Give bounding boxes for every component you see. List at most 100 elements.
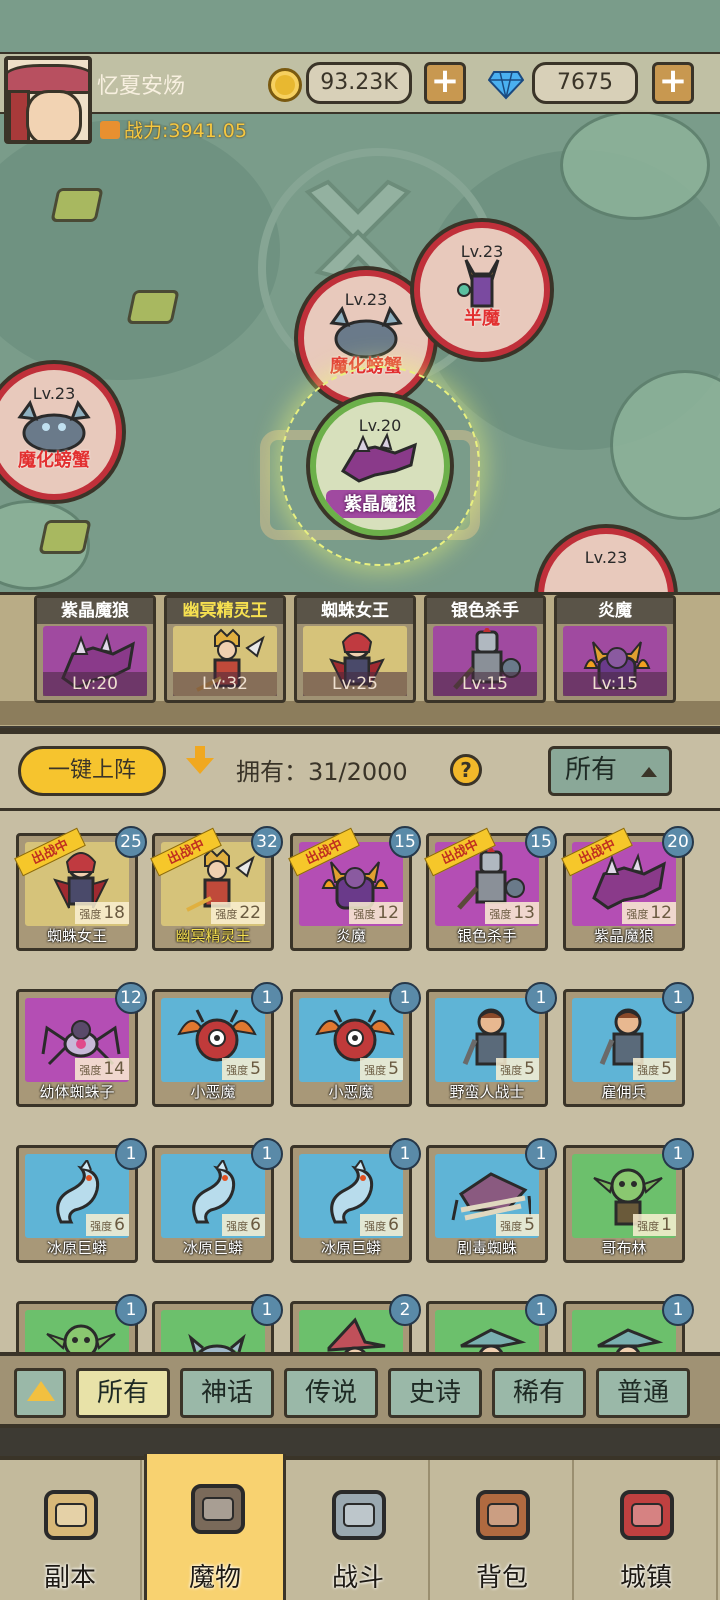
lineup-slot-name: 银色杀手 — [427, 598, 543, 624]
strength-value: 6 — [250, 1215, 261, 1235]
rarity-filter-button[interactable]: 史诗 — [388, 1368, 482, 1418]
strength-value: 22 — [239, 903, 261, 923]
lineup-slot-level: Lv:20 — [43, 672, 147, 696]
monster-card[interactable]: 强度 1 哥布林 1 — [563, 1138, 694, 1263]
lineup-slot-name: 蜘蛛女王 — [297, 598, 413, 624]
rarity-filter-button[interactable]: 所有 — [76, 1368, 170, 1418]
strength-label: 强度 12 — [349, 902, 403, 924]
monster-count-badge: 1 — [662, 982, 694, 1014]
lineup-slot[interactable]: 蜘蛛女王 Lv:25 — [294, 595, 416, 703]
monster-name: 幽冥精灵王 — [175, 927, 251, 945]
monster-helmet-icon — [191, 1484, 245, 1534]
strength-text: 强度 — [90, 1220, 113, 1233]
lineup-slot[interactable]: 幽冥精灵王 Lv:32 — [164, 595, 286, 703]
monster-count-badge: 15 — [525, 826, 557, 858]
strength-value: 5 — [524, 1059, 535, 1079]
monster-count-badge: 1 — [662, 1138, 694, 1170]
monster-card[interactable]: 强度 6 冰原巨蟒 1 — [152, 1138, 283, 1263]
monster-card[interactable]: 强度 14 幼体蜘蛛子 12 — [16, 982, 147, 1107]
monster-card[interactable]: 强度 13 出战中 银色杀手 15 — [424, 826, 557, 951]
monster-count-badge: 1 — [389, 1138, 421, 1170]
monster-card[interactable]: 强度 6 冰原巨蟒 1 — [16, 1138, 147, 1263]
crossed-swords-icon — [332, 1490, 386, 1540]
lineup-slot[interactable]: 紫晶魔狼 Lv:20 — [34, 595, 156, 703]
nav-item-label: 战斗 — [331, 1563, 384, 1593]
monster-card[interactable]: 强度 5 小恶魔 1 — [290, 982, 421, 1107]
strength-label: 强度 18 — [75, 902, 129, 924]
strength-value: 6 — [114, 1215, 125, 1235]
add-coins-button[interactable]: + — [424, 62, 466, 104]
add-gems-button[interactable]: + — [652, 62, 694, 104]
power-icon — [100, 121, 120, 139]
strength-text: 强度 — [626, 908, 649, 921]
monster-count-badge: 1 — [525, 1294, 557, 1326]
monster-card[interactable]: 强度 12 出战中 炎魔 15 — [288, 826, 421, 951]
monster-name: 炎魔 — [335, 927, 366, 945]
monster-card[interactable]: 强度 5 剧毒蜘蛛 1 — [426, 1138, 557, 1263]
strength-label: 强度 6 — [86, 1214, 129, 1236]
rarity-filter-button[interactable]: 稀有 — [492, 1368, 586, 1418]
gem-amount: 7675 — [532, 62, 638, 104]
gem-icon — [488, 71, 524, 100]
map-lake — [0, 120, 280, 380]
triangle-up-icon — [27, 1381, 55, 1401]
map-emblem-icon — [304, 179, 412, 280]
lineup-slot-level: Lv:15 — [563, 672, 667, 696]
bottom-nav: 副本 魔物 战斗 背包 城镇 — [0, 1432, 720, 1600]
monster-card[interactable]: 强度 6 冰原巨蟒 1 — [290, 1138, 421, 1263]
strength-text: 强度 — [637, 1064, 660, 1077]
lineup-slot-level: Lv:15 — [433, 672, 537, 696]
strength-text: 强度 — [637, 1220, 660, 1233]
monster-grid[interactable]: 强度 18 出战中 蜘蛛女王 25 强度 22 出战中 幽冥精灵王 32 强度 12 出战中 炎魔… — [0, 808, 720, 1360]
collapse-button[interactable] — [14, 1368, 66, 1418]
strength-label: 强度 5 — [360, 1058, 403, 1080]
nav-item-label: 城镇 — [619, 1563, 672, 1593]
strength-label: 强度 6 — [360, 1214, 403, 1236]
monster-panel: 一键上阵 拥有：31/2000 ? 所有 强度 18 出战中 蜘蛛女王 25 强度 22… — [0, 728, 720, 1428]
map-node-demon[interactable]: Lv.23 半魔 — [414, 222, 550, 358]
auto-deploy-button[interactable]: 一键上阵 — [18, 746, 166, 796]
monster-count-badge: 32 — [251, 826, 283, 858]
strength-label: 强度 13 — [485, 902, 539, 924]
strength-value: 14 — [103, 1059, 125, 1079]
lineup-slot[interactable]: 银色杀手 Lv:15 — [424, 595, 546, 703]
nav-item[interactable]: 战斗 — [288, 1460, 430, 1600]
monster-name: 小恶魔 — [190, 1083, 236, 1101]
nav-item[interactable]: 副本 — [0, 1460, 142, 1600]
nav-item-label: 魔物 — [188, 1563, 241, 1593]
strength-label: 强度 14 — [75, 1058, 129, 1080]
nav-item[interactable]: 城镇 — [576, 1460, 718, 1600]
strength-text: 强度 — [364, 1064, 387, 1077]
owned-count: 拥有：31/2000 — [236, 758, 408, 786]
monster-card[interactable]: 强度 5 小恶魔 1 — [152, 982, 283, 1107]
lineup-slot[interactable]: 炎魔 Lv:15 — [554, 595, 676, 703]
monster-count-badge: 25 — [115, 826, 147, 858]
battle-lineup: 紫晶魔狼 Lv:20 幽冥精灵王 Lv:32 蜘蛛女王 Lv:25 银色杀手 L… — [0, 592, 720, 726]
sort-filter-dropdown[interactable]: 所有 — [548, 746, 672, 796]
monster-card[interactable]: 强度 12 出战中 紫晶魔狼 20 — [561, 826, 694, 951]
map-node-current-wolf[interactable]: Lv.20 紫晶魔狼 — [310, 396, 450, 536]
monster-name: 哥布林 — [601, 1239, 647, 1257]
rarity-filter-button[interactable]: 传说 — [284, 1368, 378, 1418]
combat-power: 战力:3941.05 — [100, 116, 247, 143]
monster-name: 银色杀手 — [456, 927, 517, 945]
coin-icon — [268, 68, 302, 102]
nav-item[interactable]: 魔物 — [144, 1454, 286, 1600]
map-node-crab[interactable]: Lv.23 魔化螃蟹 — [0, 364, 122, 500]
nav-item[interactable]: 背包 — [432, 1460, 574, 1600]
monster-card[interactable]: 强度 18 出战中 蜘蛛女王 25 — [14, 826, 147, 951]
rarity-filter-button[interactable]: 神话 — [180, 1368, 274, 1418]
strength-text: 强度 — [489, 908, 512, 921]
help-icon[interactable]: ? — [450, 754, 482, 786]
monster-card[interactable]: 强度 5 雇佣兵 1 — [563, 982, 694, 1107]
strength-text: 强度 — [226, 1220, 249, 1233]
strength-text: 强度 — [500, 1064, 523, 1077]
strength-label: 强度 6 — [222, 1214, 265, 1236]
map-node[interactable]: Lv.23 — [538, 528, 674, 600]
monster-card[interactable]: 强度 22 出战中 幽冥精灵王 32 — [150, 826, 283, 951]
node-name: 魔化螃蟹 — [18, 450, 90, 471]
rarity-filter-button[interactable]: 普通 — [596, 1368, 690, 1418]
monster-card[interactable]: 强度 5 野蛮人战士 1 — [426, 982, 557, 1107]
monster-name: 冰原巨蟒 — [320, 1239, 381, 1257]
player-avatar[interactable] — [4, 56, 92, 144]
